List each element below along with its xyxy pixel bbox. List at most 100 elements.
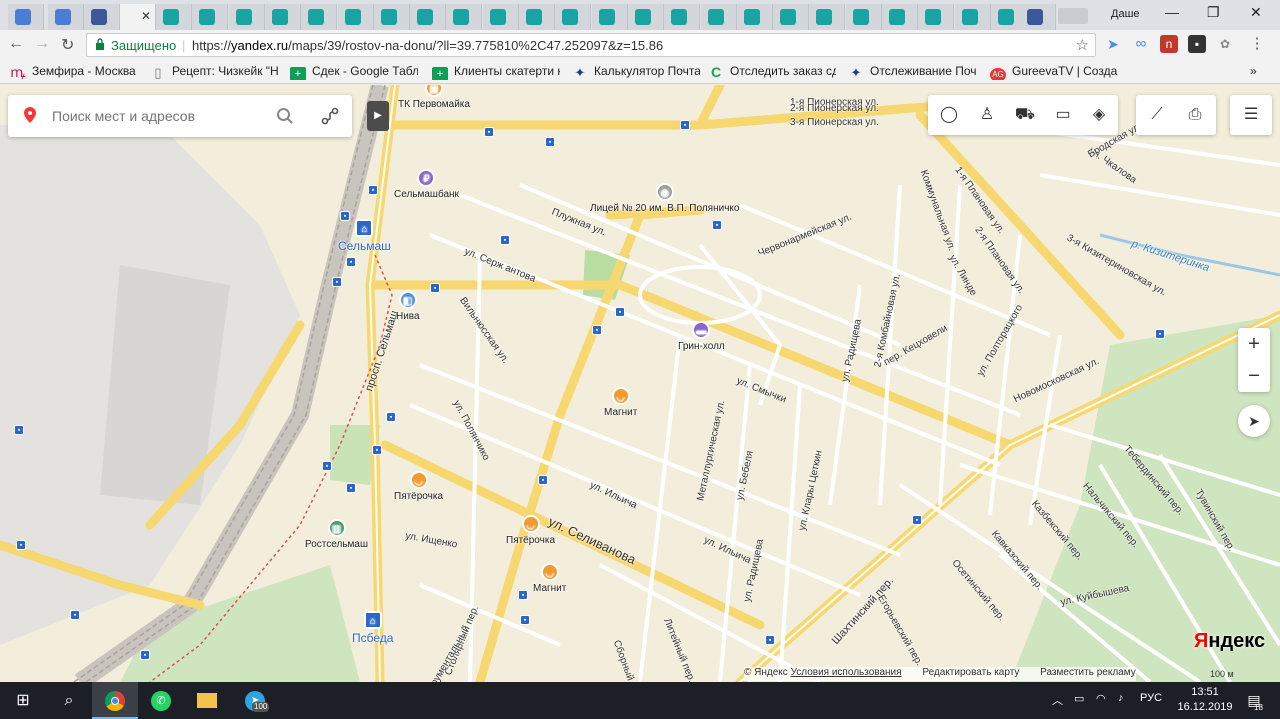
panel-toggle-button[interactable]: ▶	[367, 101, 389, 131]
close-tab-icon[interactable]: ✕	[141, 9, 151, 23]
bus-stop-icon[interactable]: ▪	[14, 425, 24, 435]
browser-tab[interactable]	[264, 4, 301, 30]
bookmark-item[interactable]: + Сдек - Google Табл	[290, 64, 418, 80]
extension-paw-icon[interactable]: ✿	[1216, 35, 1234, 53]
bookmark-star-icon[interactable]: ☆	[1076, 36, 1089, 54]
volume-icon[interactable]: ♪	[1118, 692, 1124, 704]
poi-pyaterochka-2[interactable]: ◡ Пятёрочка	[506, 515, 555, 546]
close-window-button[interactable]: ✕	[1250, 4, 1262, 21]
bookmark-item[interactable]: AG GureevaTV | Создай	[990, 64, 1118, 80]
bus-stop-icon[interactable]: ▪	[615, 307, 625, 317]
reload-icon[interactable]: ↻	[61, 35, 74, 55]
bookmark-item[interactable]: + Клиенты скатерти н	[432, 64, 560, 80]
browser-tab[interactable]	[591, 4, 628, 30]
browser-tab[interactable]	[482, 4, 519, 30]
browser-tab[interactable]	[519, 4, 555, 30]
browser-tab[interactable]	[918, 4, 955, 30]
poi-grin-holl[interactable]: ▬ Грин-холл	[678, 321, 725, 352]
search-input[interactable]	[52, 106, 262, 126]
map-canvas[interactable]: 1-я Пионерская ул. 2-я Пионерская ул. 3-…	[0, 85, 1280, 682]
poi-magnit-1[interactable]: ◡ Магнит	[604, 387, 637, 418]
notification-center-icon[interactable]: ▤ 18	[1244, 690, 1264, 712]
poi-selmashbank[interactable]: ₽ Сельмашбанк	[394, 169, 459, 200]
browser-tab[interactable]	[48, 4, 84, 30]
ads-link[interactable]: Разместить рекламу	[1040, 667, 1136, 678]
browser-tab[interactable]	[228, 4, 265, 30]
zoom-in-button[interactable]: +	[1238, 328, 1270, 360]
menu-icon[interactable]: ☰	[1232, 95, 1270, 135]
browser-tab[interactable]	[809, 4, 846, 30]
poi-licey-20[interactable]: ◉ Лицей № 20 им. В.П. Поляничко	[590, 183, 739, 214]
bus-stop-icon[interactable]: ▪	[430, 283, 440, 293]
browser-tab[interactable]	[882, 4, 918, 30]
bus-stop-icon[interactable]: ▪	[16, 540, 26, 550]
bus-stop-icon[interactable]: ▪	[346, 483, 356, 493]
extension-arrow-icon[interactable]: ➤	[1104, 35, 1122, 53]
url-text[interactable]: https://yandex.ru/maps/39/rostov-na-donu…	[192, 38, 663, 53]
bus-stop-icon[interactable]: ▪	[680, 120, 690, 130]
browser-tab[interactable]	[555, 4, 592, 30]
browser-tab[interactable]	[954, 4, 991, 30]
minimize-button[interactable]: —	[1165, 4, 1179, 20]
bus-stop-icon[interactable]: ▪	[1155, 329, 1165, 339]
search-icon[interactable]	[276, 107, 294, 125]
tray-chevron-icon[interactable]: ︿	[1052, 692, 1063, 708]
bus-stop-icon[interactable]: ▪	[484, 127, 494, 137]
chrome-icon[interactable]	[92, 682, 138, 719]
layers-icon[interactable]: ◈	[1080, 95, 1118, 135]
bus-stop-icon[interactable]: ▪	[592, 325, 602, 335]
maximize-button[interactable]: ❐	[1207, 4, 1220, 21]
bus-stop-icon[interactable]: ▪	[346, 257, 356, 267]
yandex-logo[interactable]: Яндекс	[1194, 630, 1265, 653]
profile-name[interactable]: Даше	[1111, 8, 1140, 20]
geolocation-icon[interactable]: ➤	[1238, 405, 1270, 437]
browser-tab[interactable]	[8, 4, 44, 30]
extension-infinity-icon[interactable]: ∞	[1132, 35, 1150, 53]
language-indicator[interactable]: РУС	[1140, 692, 1162, 704]
poi-pyaterochka-1[interactable]: ◡ Пятёрочка	[394, 471, 443, 502]
carsharing-icon[interactable]: ⛟	[1006, 95, 1044, 135]
transport-icon[interactable]: ▭	[1044, 95, 1082, 135]
bus-stop-icon[interactable]: ▪	[518, 590, 528, 600]
bus-stop-icon[interactable]: ▪	[912, 515, 922, 525]
poi-selmash-station[interactable]: ⌂ Сельмаш	[338, 219, 391, 253]
bus-stop-icon[interactable]: ▪	[332, 277, 342, 287]
ruler-icon[interactable]: ⟋	[1138, 95, 1176, 135]
browser-tab[interactable]	[736, 4, 773, 30]
poi-niva[interactable]: ◧ Нива	[396, 291, 420, 322]
edit-map-link[interactable]: Редактировать карту	[922, 667, 1019, 678]
bus-stop-icon[interactable]: ▪	[322, 461, 332, 471]
bus-stop-icon[interactable]: ▪	[765, 635, 775, 645]
browser-tab[interactable]	[627, 4, 664, 30]
search-icon[interactable]: ⌕	[46, 682, 92, 719]
browser-tab[interactable]	[192, 4, 229, 30]
back-arrow-icon[interactable]: ←	[8, 35, 24, 53]
print-icon[interactable]: ⎙	[1176, 95, 1214, 135]
browser-tab[interactable]	[410, 4, 447, 30]
battery-icon[interactable]: ▭	[1074, 692, 1084, 705]
bus-stop-icon[interactable]: ▪	[520, 615, 530, 625]
bookmarks-overflow-button[interactable]: »	[1250, 64, 1264, 80]
route-icon[interactable]	[320, 106, 340, 126]
bookmark-item[interactable]: ✦ Отслеживание Поч	[848, 64, 978, 80]
bus-stop-icon[interactable]: ▪	[500, 235, 510, 245]
poi-magnit-2[interactable]: ◡ Магнит	[533, 563, 566, 594]
browser-tab[interactable]	[84, 4, 120, 30]
terms-link[interactable]: Условия использования	[791, 667, 902, 678]
bus-stop-icon[interactable]: ▪	[538, 475, 548, 485]
browser-tab[interactable]	[373, 4, 410, 30]
browser-tab-active[interactable]: ✕	[120, 4, 156, 30]
zoom-out-button[interactable]: −	[1238, 360, 1270, 392]
extension-dark-icon[interactable]: ▪	[1188, 35, 1206, 53]
bus-stop-icon[interactable]: ▪	[386, 412, 396, 422]
windows-start-icon[interactable]: ⊞	[0, 682, 46, 719]
whatsapp-icon[interactable]: ✆	[138, 682, 184, 719]
bus-stop-icon[interactable]: ▪	[545, 137, 555, 147]
bookmark-item[interactable]: ꝳ Земфира - Москва	[10, 64, 138, 80]
poi-pobeda-station[interactable]: ⌂ Псбеда	[352, 611, 393, 645]
poi-tk-pervomaika[interactable]: ▣ ТК Первомайка	[398, 85, 470, 110]
wifi-icon[interactable]: ◠	[1096, 692, 1106, 705]
browser-tab[interactable]	[301, 4, 338, 30]
browser-tab[interactable]	[700, 4, 737, 30]
panorama-icon[interactable]: ♙	[968, 95, 1006, 135]
